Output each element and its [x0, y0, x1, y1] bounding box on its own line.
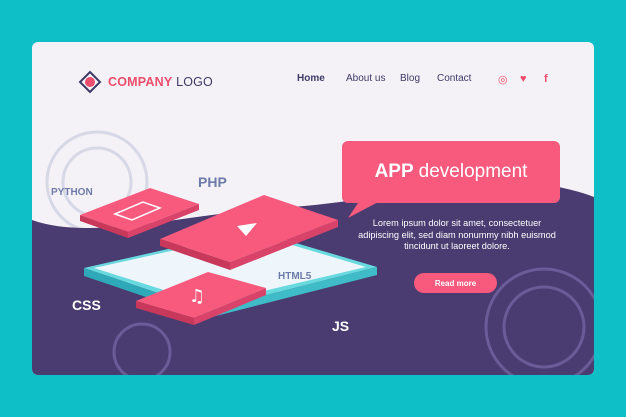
- css-label: CSS: [72, 297, 101, 313]
- svg-text:♫: ♫: [189, 286, 205, 307]
- logo-icon: [78, 70, 102, 94]
- nav-contact[interactable]: Contact: [437, 73, 471, 84]
- python-label: PYTHON: [51, 187, 93, 198]
- nav-about[interactable]: About us: [346, 73, 385, 84]
- nav-blog[interactable]: Blog: [400, 73, 420, 84]
- hero-body: Lorem ipsum dolor sit amet, consectetuer…: [358, 218, 556, 251]
- nav-home[interactable]: Home: [297, 73, 325, 84]
- logo-text: COMPANY LOGO: [108, 75, 213, 89]
- facebook-icon[interactable]: f: [544, 73, 548, 85]
- instagram-icon[interactable]: ◎: [498, 73, 508, 86]
- read-more-button[interactable]: Read more: [414, 273, 497, 293]
- landing-page-card: ♫ COMPANY LOGO Home About us Blog Contac…: [32, 42, 594, 375]
- hero-title: APP development: [342, 141, 560, 203]
- html5-label: HTML5: [278, 271, 312, 282]
- hero-title-rest: development: [418, 161, 528, 182]
- company-logo[interactable]: COMPANY LOGO: [78, 70, 213, 94]
- js-label: JS: [332, 318, 350, 334]
- hero-title-strong: APP: [374, 161, 414, 182]
- php-label: PHP: [198, 174, 227, 190]
- twitter-icon[interactable]: ♥: [520, 73, 527, 85]
